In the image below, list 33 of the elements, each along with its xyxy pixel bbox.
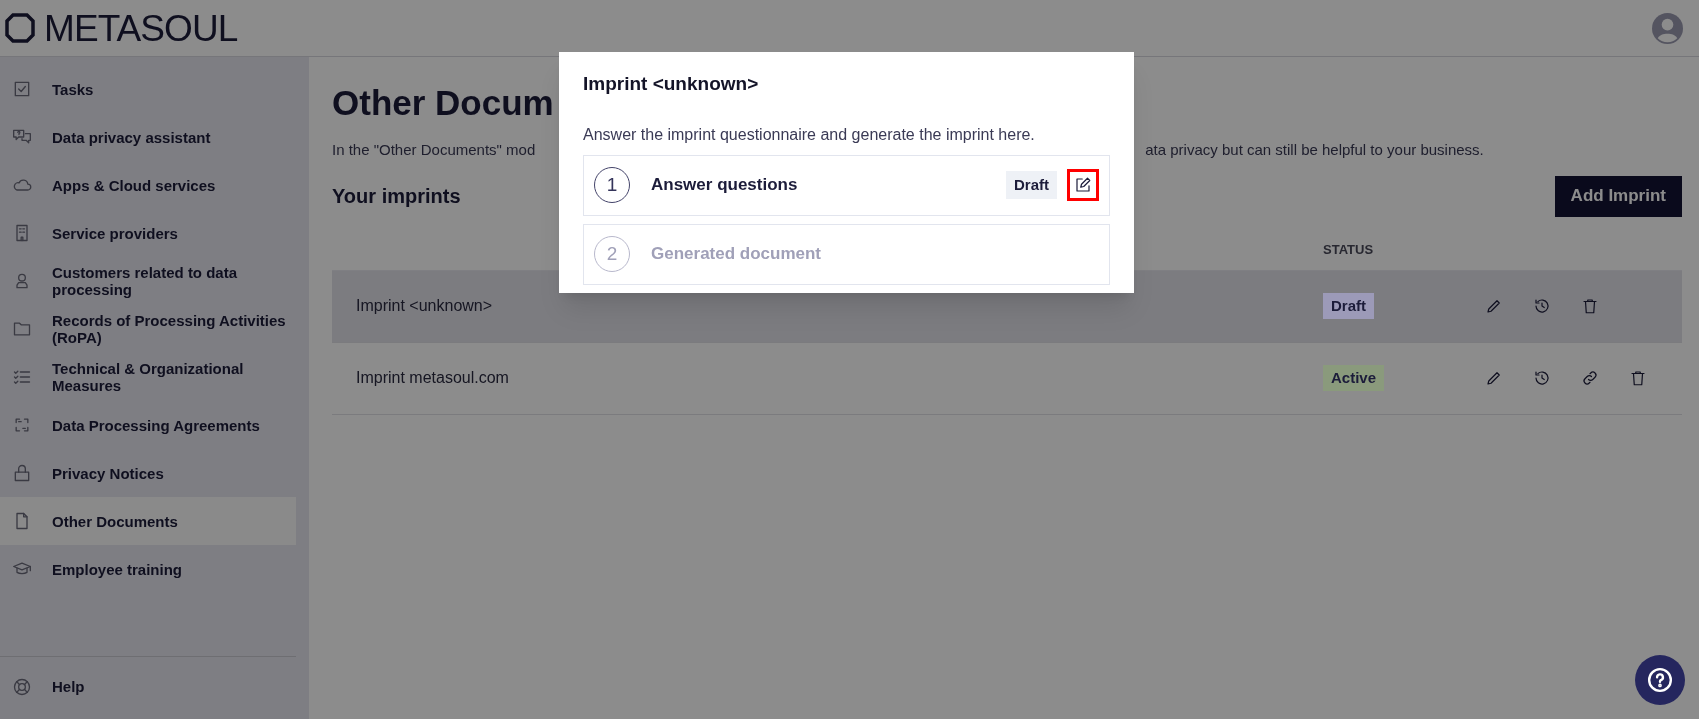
page-title: Other Docum [332,82,554,124]
logo-text: METASOUL [44,9,238,47]
lifebuoy-icon [12,677,32,697]
pencil-icon[interactable] [1485,369,1503,387]
status-badge: Draft [1323,292,1374,320]
lock-icon [12,463,32,483]
table-cell-text: Imprint <unknown> [355,296,494,316]
checkbox-icon [12,79,32,99]
description-text: ata privacy but can still be helpful to your business. [1145,140,1484,160]
link-icon[interactable] [1581,369,1599,387]
status-badge: Active [1323,364,1385,392]
step-label: Generated document [651,243,823,266]
status-badge: Draft [1006,170,1057,200]
logo-icon [4,12,36,44]
modal-description: Answer the imprint questionnaire and generate the imprint here. [583,124,1036,145]
section-title: Your imprints [332,184,461,209]
add-imprint-button[interactable]: Add Imprint [1554,175,1682,217]
history-icon[interactable] [1533,369,1551,387]
edit-icon [1074,176,1092,194]
trash-icon[interactable] [1629,369,1647,387]
column-header: STATUS [1323,241,1374,260]
trash-icon[interactable] [1581,297,1599,315]
help-button[interactable] [1635,655,1685,705]
step-label: Answer questions [651,174,799,197]
history-icon[interactable] [1533,297,1551,315]
pencil-icon[interactable] [1485,297,1503,315]
description-text: In the "Other Documents" mod [332,140,536,160]
sidebar-item[interactable]: Other Documents [0,497,296,545]
question-icon [1647,667,1673,693]
table-cell-text: Imprint metasoul.com [355,368,510,388]
help-link[interactable]: Help [0,667,309,707]
modal-title: Imprint <unknown> [583,72,760,96]
edit-button[interactable] [1067,169,1099,201]
